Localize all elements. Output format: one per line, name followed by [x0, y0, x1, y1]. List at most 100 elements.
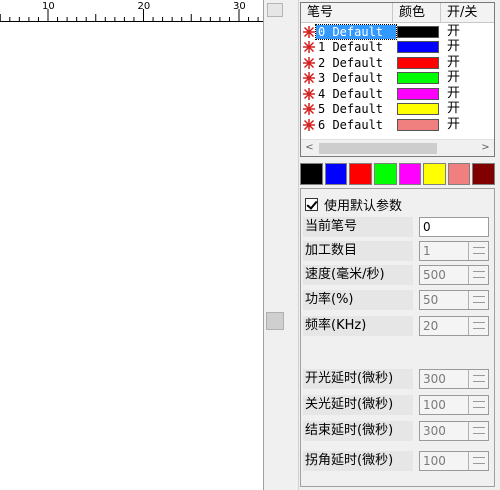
pen-list-hscrollbar[interactable]: < >: [301, 139, 494, 156]
laser-star-icon: [302, 56, 316, 70]
param-value: 100: [423, 398, 446, 412]
laser-star-icon: [302, 118, 316, 132]
spin-button[interactable]: [468, 396, 488, 414]
pen-name: 1 Default: [318, 40, 384, 55]
pen-row[interactable]: 0 Default 开: [301, 23, 494, 40]
param-label: 结束延时(微秒): [303, 421, 413, 441]
laser-star-icon: [302, 25, 316, 39]
param-spin-field[interactable]: 100: [419, 395, 489, 415]
pen-name: 6 Default: [318, 117, 384, 132]
pen-on-off[interactable]: 开: [447, 102, 460, 116]
ruler-label: 30: [233, 1, 246, 12]
splitter-top-button[interactable]: [267, 3, 283, 17]
pen-color-swatch[interactable]: [397, 118, 439, 131]
spin-button[interactable]: [468, 452, 488, 470]
splitter-handle[interactable]: [266, 312, 284, 330]
param-label: 功率(%): [303, 290, 413, 310]
pen-row[interactable]: 2 Default 开: [301, 55, 494, 71]
scroll-thumb[interactable]: [319, 143, 437, 154]
palette-color-swatch[interactable]: [423, 163, 446, 185]
use-default-row[interactable]: 使用默认参数: [305, 195, 402, 214]
param-value: 300: [423, 424, 446, 438]
param-label: 当前笔号: [303, 217, 413, 237]
param-spin-field[interactable]: 300: [419, 421, 489, 441]
column-on-off[interactable]: 开/关: [441, 3, 494, 23]
pen-row[interactable]: 1 Default 开: [301, 40, 494, 56]
pen-row[interactable]: 4 Default 开: [301, 86, 494, 102]
param-value: 0: [423, 220, 431, 234]
spin-button[interactable]: [468, 370, 488, 388]
param-label: 开光延时(微秒): [303, 369, 413, 389]
param-value: 300: [423, 372, 446, 386]
pen-on-off[interactable]: 开: [447, 117, 460, 132]
column-pen-number[interactable]: 笔号: [301, 3, 393, 23]
palette-color-swatch[interactable]: [398, 163, 422, 185]
spin-button[interactable]: [468, 266, 488, 284]
pen-row[interactable]: 6 Default 开: [301, 117, 494, 133]
panel-splitter[interactable]: [263, 0, 299, 490]
palette-color-swatch[interactable]: [300, 163, 323, 185]
param-spin-field[interactable]: 1: [419, 241, 489, 261]
use-default-checkbox[interactable]: [305, 198, 318, 211]
pen-color-swatch[interactable]: [397, 25, 439, 38]
ruler-label: 20: [138, 1, 151, 12]
pen-name: 2 Default: [318, 55, 384, 70]
laser-star-icon: [302, 102, 316, 116]
pen-color-swatch[interactable]: [397, 87, 439, 100]
param-spin-field[interactable]: 50: [419, 290, 489, 310]
pen-name: 4 Default: [318, 86, 384, 101]
pen-rows: 0 Default 开 1 Default 开 2 Default 开 3 Default 开…: [301, 23, 494, 133]
pen-color-swatch[interactable]: [397, 103, 439, 116]
laser-star-icon: [302, 87, 316, 101]
palette-color-swatch[interactable]: [373, 163, 397, 185]
palette-color-swatch[interactable]: [447, 163, 471, 185]
pen-list-header: 笔号 颜色 开/关: [301, 3, 494, 23]
pen-list[interactable]: 笔号 颜色 开/关 0 Default 开 1 Default 开 2 Default 开…: [300, 2, 495, 157]
palette-color-swatch[interactable]: [472, 163, 495, 185]
param-label: 加工数目: [303, 241, 413, 261]
param-label: 频率(KHz): [303, 316, 413, 336]
pen-color-swatch[interactable]: [397, 72, 439, 85]
pen-on-off[interactable]: 开: [447, 24, 460, 39]
pen-on-off[interactable]: 开: [447, 55, 460, 70]
param-spin-field[interactable]: 300: [419, 369, 489, 389]
pen-color-swatch[interactable]: [397, 41, 439, 54]
param-value: 1: [423, 244, 431, 258]
pen-name: 3 Default: [318, 71, 384, 86]
scroll-left-button[interactable]: <: [301, 140, 318, 156]
palette-color-swatch[interactable]: [324, 163, 348, 185]
param-value: 100: [423, 454, 446, 468]
param-label: 关光延时(微秒): [303, 395, 413, 415]
spin-button[interactable]: [468, 242, 488, 260]
pen-on-off[interactable]: 开: [447, 71, 460, 85]
color-palette: [300, 163, 495, 185]
palette-color-swatch[interactable]: [349, 163, 372, 185]
ruler-ticks: 10 20 30: [0, 1, 259, 22]
param-label: 速度(毫米/秒): [303, 265, 413, 285]
laser-star-icon: [302, 40, 316, 54]
param-value: 500: [423, 268, 446, 282]
scroll-right-button[interactable]: >: [477, 140, 494, 156]
param-value: 50: [423, 293, 439, 307]
pen-name: 5 Default: [318, 102, 384, 117]
param-text-field[interactable]: 0: [419, 217, 489, 237]
pen-name: 0 Default: [315, 23, 397, 40]
pen-row[interactable]: 3 Default 开: [301, 71, 494, 87]
pen-color-swatch[interactable]: [397, 56, 439, 69]
use-default-label: 使用默认参数: [324, 199, 403, 214]
param-panel: 使用默认参数 当前笔号 0 加工数目 1 速度(毫米/秒) 500 功率(%) 50 频率(KH…: [300, 188, 495, 487]
param-value: 20: [423, 319, 439, 333]
param-label: 拐角延时(微秒): [303, 451, 413, 471]
spin-button[interactable]: [468, 317, 488, 335]
spin-button[interactable]: [468, 291, 488, 309]
column-color[interactable]: 颜色: [393, 3, 441, 23]
ruler-label: 10: [42, 1, 55, 12]
param-spin-field[interactable]: 500: [419, 265, 489, 285]
spin-button[interactable]: [468, 422, 488, 440]
pen-row[interactable]: 5 Default 开: [301, 102, 494, 118]
pen-on-off[interactable]: 开: [447, 40, 460, 54]
param-spin-field[interactable]: 20: [419, 316, 489, 336]
param-spin-field[interactable]: 100: [419, 451, 489, 471]
pen-on-off[interactable]: 开: [447, 86, 460, 101]
drawing-canvas[interactable]: 10 20 30: [0, 0, 263, 490]
